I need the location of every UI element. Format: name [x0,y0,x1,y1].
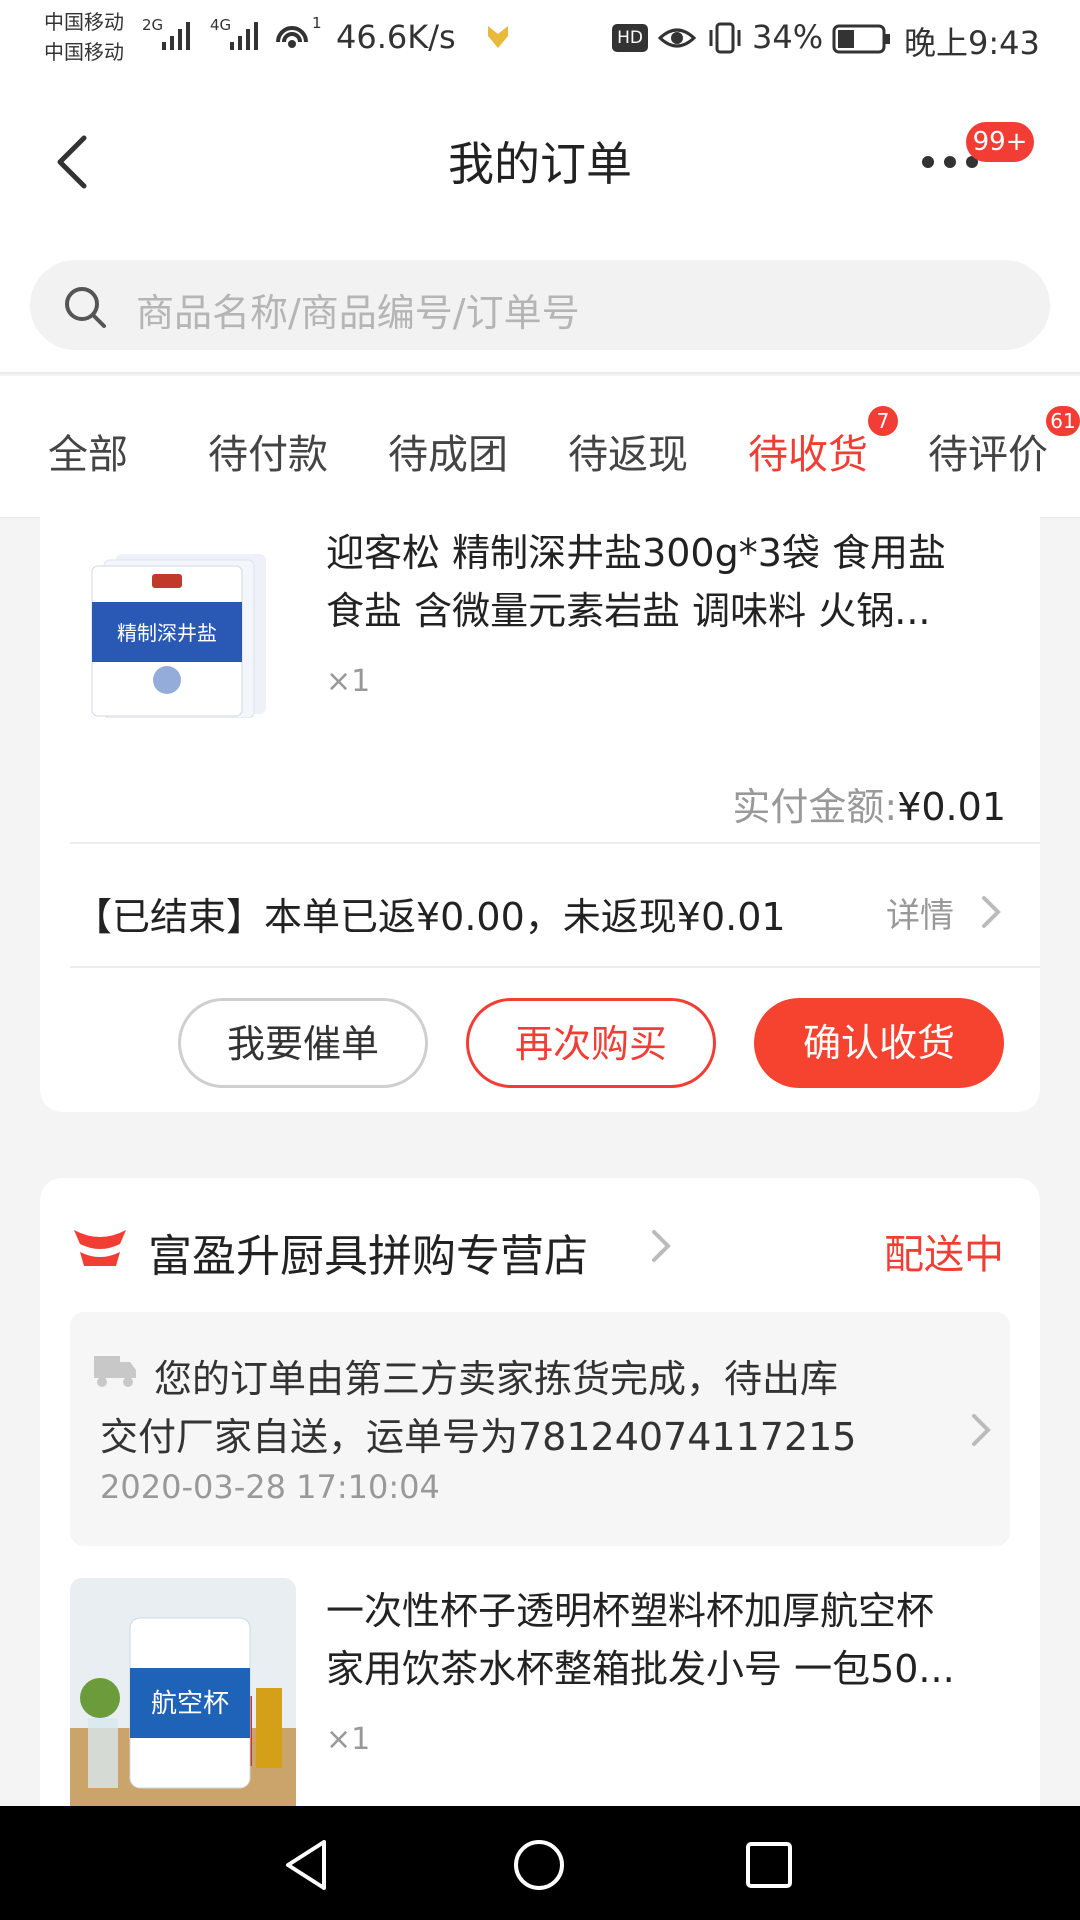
paid-amount-label: 实付金额: [732,785,898,829]
product-qty: ×1 [326,664,371,699]
chevron-right-icon[interactable] [650,1228,672,1264]
paid-amount-row: 实付金额:¥0.01 [732,776,1006,831]
product-title-line2[interactable]: 家用饮茶水杯整箱批发小号 一包50... [326,1640,955,1698]
search-bar: 商品名称/商品编号/订单号 [0,238,1080,374]
hd-badge: HD [612,24,648,52]
order-status: 配送中 [884,1232,1004,1278]
paid-amount-value: ¥0.01 [897,785,1006,829]
order-card[interactable]: 精制深井盐 迎客松 精制深井盐300g*3袋 食用盐 食盐 含微量元素岩盐 调味… [40,500,1040,1112]
order-card-2[interactable]: 富盈升厨具拼购专营店 配送中 您的订单由第三方卖家拣货完成，待出库 交付厂家自送… [40,1178,1040,1878]
logistics-time: 2020-03-28 17:10:04 [100,1468,440,1506]
product-title-line1[interactable]: 一次性杯子透明杯塑料杯加厚航空杯 [326,1582,934,1640]
system-nav-bar [0,1806,1080,1920]
search-input[interactable]: 商品名称/商品编号/订单号 [30,260,1050,350]
product-image[interactable]: 航空杯 [70,1578,296,1806]
battery-percent: 34% [752,18,824,56]
logistics-text-line2: 交付厂家自送，运单号为78124074117215 [100,1415,857,1459]
hotspot-icon [276,26,308,48]
signal-icon-2 [230,22,258,50]
tab-all[interactable]: 全部 [48,422,128,480]
product-title-line2[interactable]: 食盐 含微量元素岩盐 调味料 火锅... [326,582,930,640]
divider [70,842,1040,844]
recents-nav-icon[interactable] [744,1840,794,1890]
search-placeholder: 商品名称/商品编号/订单号 [136,291,580,335]
chevron-right-icon[interactable] [970,1412,992,1448]
back-nav-icon[interactable] [282,1838,332,1892]
truck-icon [94,1356,136,1387]
eye-icon [658,28,696,48]
tab-pending-payment[interactable]: 待付款 [208,422,328,480]
search-icon [65,287,106,328]
tab-pending-cashback[interactable]: 待返现 [568,422,688,480]
urge-order-button[interactable]: 我要催单 [178,998,428,1088]
tab-pending-review-badge: 61 [1046,406,1080,436]
battery-icon [832,24,890,54]
header: 我的订单 99+ [0,78,1080,238]
carrier-1: 中国移动 [44,10,124,34]
logistics-text-line1: 您的订单由第三方卖家拣货完成，待出库 [154,1357,839,1401]
chevron-right-icon[interactable] [980,894,1002,930]
shield-icon [488,26,508,48]
product-title-line1[interactable]: 迎客松 精制深井盐300g*3袋 食用盐 [326,524,946,582]
confirm-receipt-button[interactable]: 确认收货 [754,998,1004,1088]
product-image-label: 精制深井盐 [117,621,217,645]
clock: 晚上9:43 [904,24,1040,62]
order-tabs: 全部 待付款 待成团 待返现 待收货 7 待评价 61 [0,376,1080,518]
shop-logo-icon [74,1230,126,1266]
divider [70,966,1040,968]
shop-name[interactable]: 富盈升厨具拼购专营店 [148,1220,588,1284]
logistics-panel[interactable]: 您的订单由第三方卖家拣货完成，待出库 交付厂家自送，运单号为7812407411… [70,1312,1010,1546]
product-image-label: 航空杯 [151,1689,229,1719]
tab-pending-review[interactable]: 待评价 [928,422,1048,480]
tab-pending-receipt[interactable]: 待收货 [748,422,868,480]
product-image[interactable]: 精制深井盐 [86,548,274,718]
tab-pending-group[interactable]: 待成团 [388,422,508,480]
vibrate-icon [709,22,741,54]
tab-pending-receipt-badge: 7 [868,406,898,436]
home-nav-icon[interactable] [512,1838,566,1892]
detail-link[interactable]: 详情 [886,888,954,937]
signal-icon [162,22,190,50]
net-speed: 46.6K/s [336,18,456,56]
rebuy-button[interactable]: 再次购买 [466,998,716,1088]
cashback-status: 【已结束】本单已返¥0.00，未返现¥0.01 [74,895,786,939]
carrier-2: 中国移动 [44,40,124,64]
status-bar: 中国移动 中国移动 2G 4G 1 46.6K/s HD 34% 晚上9:43 [0,0,1080,78]
hotspot-count: 1 [312,14,322,32]
more-badge: 99+ [966,122,1034,162]
product-qty: ×1 [326,1722,371,1757]
